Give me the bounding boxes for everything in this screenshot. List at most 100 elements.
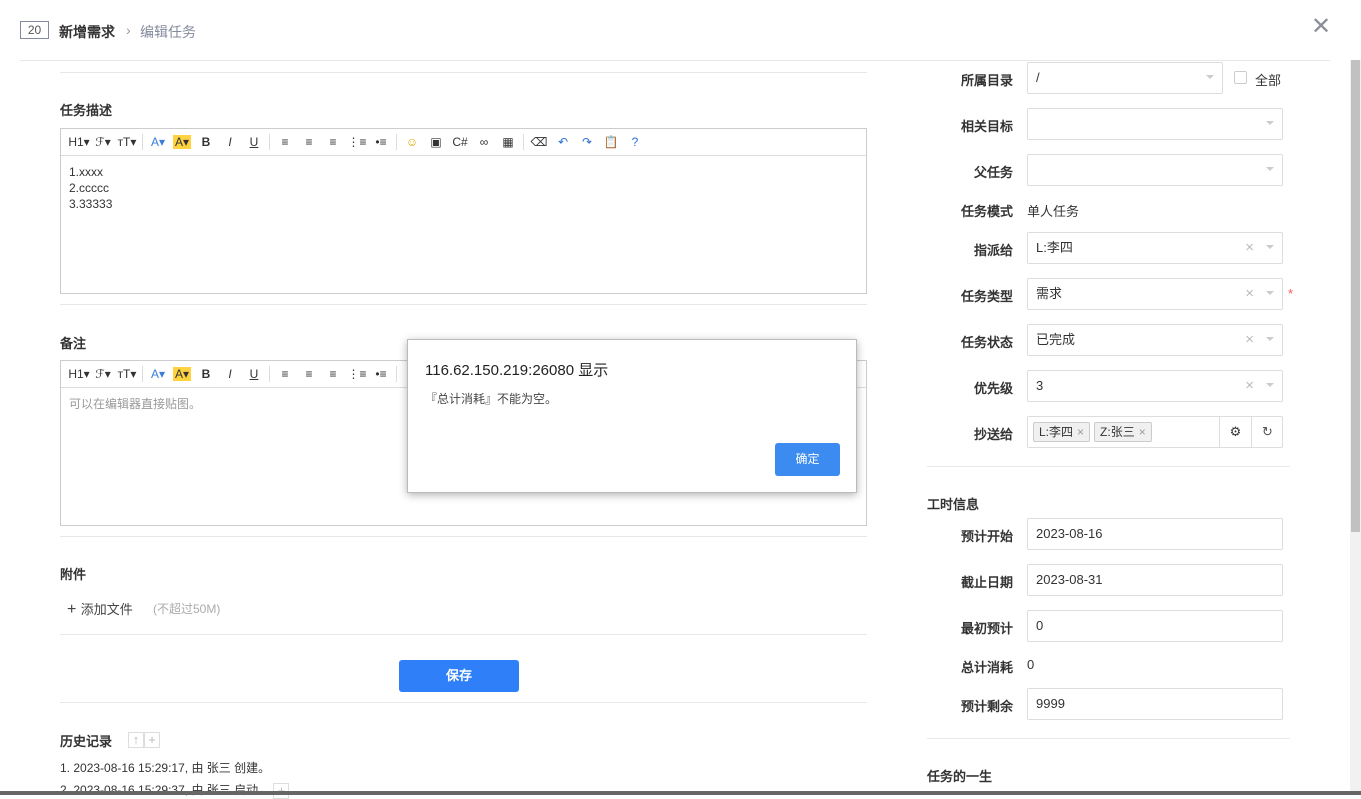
heading-icon[interactable]: H1▾ (67, 135, 91, 149)
ordered-list-icon[interactable]: ⋮≡ (345, 135, 369, 149)
font-family-icon[interactable]: ℱ▾ (91, 135, 115, 149)
emoji-icon[interactable]: ☺ (400, 135, 424, 149)
chevron-down-icon (1266, 337, 1274, 341)
divider (60, 72, 867, 73)
history-label: 历史记录 (60, 734, 113, 749)
type-select[interactable]: 需求 × (1027, 278, 1283, 310)
all-checkbox[interactable] (1234, 71, 1247, 84)
paste-icon[interactable]: 📋 (599, 135, 623, 149)
align-center-icon[interactable]: ≡ (297, 135, 321, 149)
table-icon[interactable]: ▦ (496, 135, 520, 149)
image-icon[interactable]: ▣ (424, 135, 448, 149)
align-left-icon[interactable]: ≡ (273, 367, 297, 381)
remove-tag-icon: × (1077, 425, 1085, 439)
clear-icon: × (1245, 239, 1254, 256)
parent-task-select[interactable] (1027, 154, 1283, 186)
save-button[interactable]: 保存 (399, 660, 519, 692)
clear-icon: × (1245, 331, 1254, 348)
toolbar-separator (269, 134, 270, 150)
editor-toolbar: H1▾ℱ▾тT▾A▾A▾BIU≡≡≡⋮≡•≡☺▣C#∞▦⌫↶↷📋? (61, 129, 866, 156)
task-id-badge: 20 (20, 21, 49, 39)
divider (60, 702, 867, 703)
breadcrumb-parent[interactable]: 新增需求 (59, 22, 115, 42)
cc-select[interactable]: L:李四 × Z:张三 × ⚙ ↻ (1027, 416, 1283, 448)
font-size-icon[interactable]: тT▾ (115, 367, 139, 381)
undo-icon[interactable]: ↶ (551, 135, 575, 149)
cc-tag: L:李四 × (1033, 422, 1091, 442)
toolbar-separator (523, 134, 524, 150)
gear-icon[interactable]: ⚙ (1219, 417, 1251, 447)
initial-estimate-label: 最初预计 (960, 621, 1013, 636)
highlight-icon[interactable]: A▾ (173, 367, 191, 381)
unordered-list-icon[interactable]: •≡ (369, 135, 393, 149)
font-color-icon[interactable]: A▾ (146, 367, 170, 381)
chevron-down-icon (1266, 245, 1274, 249)
chevron-down-icon (1266, 121, 1274, 125)
highlight-icon[interactable]: A▾ (173, 135, 191, 149)
refresh-icon[interactable]: ↻ (1251, 417, 1283, 447)
align-right-icon[interactable]: ≡ (321, 135, 345, 149)
breadcrumb-current: 编辑任务 (140, 24, 196, 40)
priority-label: 优先级 (973, 381, 1013, 396)
start-date-input[interactable]: 2023-08-16 (1027, 518, 1283, 550)
font-size-icon[interactable]: тT▾ (115, 135, 139, 149)
type-label: 任务类型 (960, 289, 1013, 304)
ok-button[interactable]: 确定 (775, 443, 840, 476)
description-editor[interactable]: H1▾ ℱ▾ тT▾ A▾ A▾ B I U ≡ ≡ ≡ ⋮≡ •≡ ☺ ▣ C# ∞ ▦ ⌫ ↶ ↷ 📋? 1.xxxx… (60, 128, 867, 294)
description-line: 1.xxxx (69, 165, 104, 179)
chevron-down-icon (1266, 291, 1274, 295)
assignee-select[interactable]: L:李四 × (1027, 232, 1283, 264)
align-right-icon[interactable]: ≡ (321, 367, 345, 381)
link-icon[interactable]: ∞ (472, 135, 496, 149)
remark-label: 备注 (60, 336, 87, 351)
font-family-icon[interactable]: ℱ▾ (91, 367, 115, 381)
underline-icon[interactable]: U (242, 135, 266, 149)
start-label: 预计开始 (960, 529, 1013, 544)
all-checkbox-label: 全部 (1255, 73, 1282, 88)
goal-label: 相关目标 (960, 119, 1013, 134)
ordered-list-icon[interactable]: ⋮≡ (345, 367, 369, 381)
initial-estimate-input[interactable]: 0 (1027, 610, 1283, 642)
status-select[interactable]: 已完成 × (1027, 324, 1283, 356)
deadline-input[interactable]: 2023-08-31 (1027, 564, 1283, 596)
remaining-label: 预计剩余 (960, 699, 1013, 714)
redo-icon[interactable]: ↷ (575, 135, 599, 149)
goal-select[interactable] (1027, 108, 1283, 140)
attachment-limit: (不超过50M) (153, 602, 221, 616)
add-file-button[interactable]: + 添加文件 (67, 599, 133, 619)
arrow-up-icon[interactable]: ↑ (128, 731, 144, 748)
eraser-icon[interactable]: ⌫ (527, 135, 551, 149)
unordered-list-icon[interactable]: •≡ (369, 367, 393, 381)
bold-icon[interactable]: B (194, 135, 218, 149)
remove-tag-icon: × (1138, 425, 1146, 439)
font-color-icon[interactable]: A▾ (146, 135, 170, 149)
remaining-input[interactable]: 9999 (1027, 688, 1283, 720)
cc-label: 抄送给 (973, 427, 1013, 442)
consumed-value: 0 (1027, 657, 1035, 672)
bold-icon[interactable]: B (194, 367, 218, 381)
close-icon[interactable]: ✕ (1311, 12, 1331, 41)
chevron-down-icon (1266, 383, 1274, 387)
divider (927, 738, 1290, 739)
assignee-label: 指派给 (973, 243, 1013, 258)
worktime-label: 工时信息 (927, 497, 980, 512)
italic-icon[interactable]: I (218, 135, 242, 149)
dialog-title: 116.62.150.219:26080 显示 (425, 362, 609, 379)
directory-select[interactable]: / (1027, 62, 1223, 94)
directory-label: 所属目录 (960, 73, 1013, 88)
align-center-icon[interactable]: ≡ (297, 367, 321, 381)
description-line: 3.33333 (69, 197, 113, 211)
underline-icon[interactable]: U (242, 367, 266, 381)
heading-icon[interactable]: H1▾ (67, 367, 91, 381)
add-file-label: 添加文件 (80, 602, 133, 617)
breadcrumb-separator: › (126, 22, 131, 38)
help-icon[interactable]: ? (623, 135, 647, 149)
expand-plus-icon[interactable]: + (144, 731, 160, 748)
italic-icon[interactable]: I (218, 367, 242, 381)
code-icon[interactable]: C# (448, 135, 472, 149)
consumed-label: 总计消耗 (960, 660, 1013, 675)
priority-select[interactable]: 3 × (1027, 370, 1283, 402)
divider (60, 304, 867, 305)
align-left-icon[interactable]: ≡ (273, 135, 297, 149)
scrollbar-thumb[interactable] (1351, 60, 1360, 532)
